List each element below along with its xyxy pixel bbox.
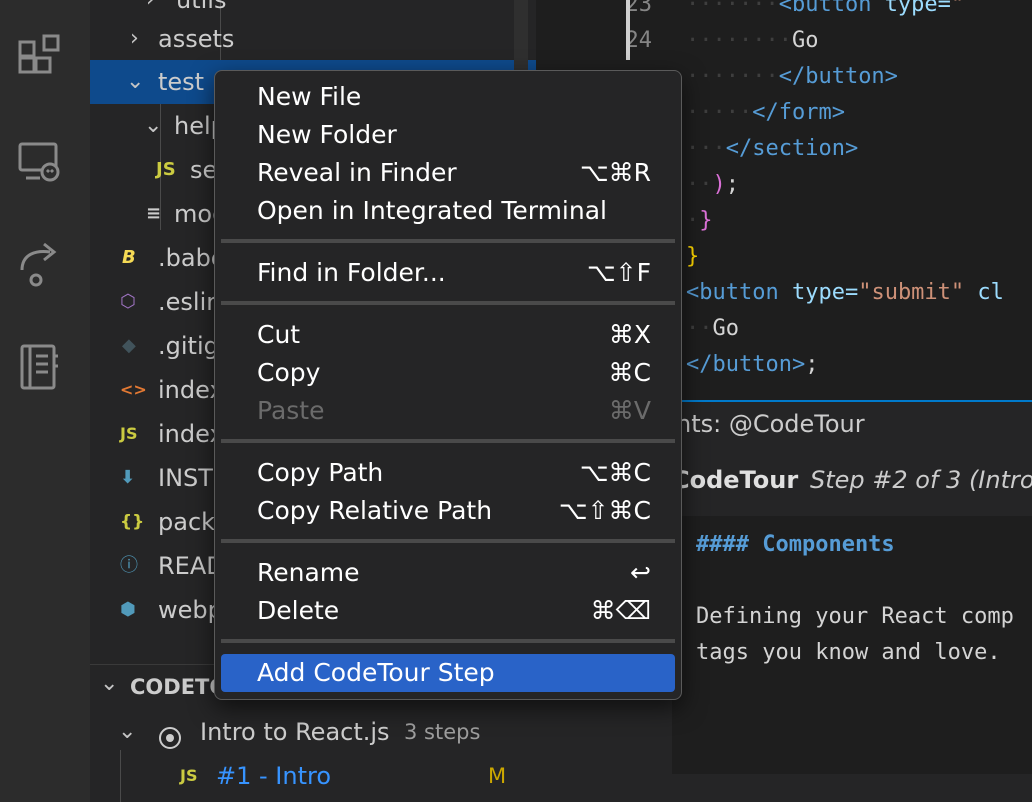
menu-item-delete[interactable]: Delete ⌘⌫	[221, 592, 675, 630]
menu-item-open-in-terminal[interactable]: Open in Integrated Terminal	[221, 192, 675, 230]
return-key-icon: ↩	[630, 558, 651, 587]
chevron-down-icon: ⌄	[126, 69, 145, 94]
menu-item-add-codetour-step[interactable]: Add CodeTour Step	[221, 654, 675, 692]
code-line: </button>;	[686, 352, 819, 377]
markdown-text: tags you know and love.	[696, 640, 1001, 665]
code-line: ········Go	[686, 28, 819, 53]
code-line: ··Go	[686, 316, 739, 341]
menu-item-new-file[interactable]: New File	[221, 78, 675, 116]
download-icon: ⬇	[120, 467, 136, 488]
chevron-right-icon: ›	[130, 26, 139, 51]
notebook-icon[interactable]	[16, 342, 66, 392]
editor-scroll-divider	[626, 0, 630, 60]
code-line: ·····</form>	[686, 100, 845, 125]
js-file-icon: JS	[156, 159, 176, 180]
menu-item-find-in-folder[interactable]: Find in Folder... ⌥⇧F	[221, 254, 675, 292]
code-line: ·······</button>	[686, 64, 898, 89]
remote-explorer-icon[interactable]	[16, 140, 66, 190]
menu-separator	[221, 439, 675, 443]
modified-badge: M	[488, 764, 507, 788]
eslint-icon: ⬡	[120, 291, 136, 312]
codetour-step-item[interactable]: JS #1 - Intro M	[90, 754, 536, 798]
shortcut-label: ⌘V	[608, 396, 651, 425]
code-line: ·······<button type="	[686, 0, 965, 17]
shortcut-label: ⌘C	[608, 358, 651, 387]
babel-icon: B	[122, 247, 136, 268]
context-menu: New File New Folder Reveal in Finder ⌥⌘R…	[214, 70, 682, 700]
menu-item-copy[interactable]: Copy ⌘C	[221, 354, 675, 392]
activity-bar	[0, 0, 90, 802]
menu-separator	[221, 239, 675, 243]
text-file-icon: ≡	[146, 203, 162, 224]
shortcut-label: ⌘⌫	[590, 596, 651, 625]
js-file-icon: JS	[120, 424, 138, 443]
shortcut-label: ⌥⌘R	[579, 158, 651, 187]
code-line: ·}	[686, 208, 713, 233]
shortcut-label: ⌥⇧⌘C	[558, 496, 651, 525]
chevron-down-icon: ⌄	[118, 719, 137, 744]
comment-thread-header: CodeTour Step #2 of 3 (Intro	[672, 448, 1032, 516]
code-line: <button type="submit" cl	[686, 280, 1004, 305]
info-icon: ⓘ	[120, 555, 138, 576]
comment-step-info: Step #2 of 3 (Intro	[810, 466, 1032, 494]
chevron-down-icon: ⌄	[144, 113, 163, 138]
markdown-heading: #### Components	[696, 532, 895, 557]
webpack-icon: ⬢	[120, 599, 136, 620]
comment-author: CodeTour	[672, 466, 799, 494]
menu-separator	[221, 539, 675, 543]
menu-item-rename[interactable]: Rename ↩	[221, 554, 675, 592]
menu-item-copy-path[interactable]: Copy Path ⌥⌘C	[221, 454, 675, 492]
extensions-icon[interactable]	[16, 34, 66, 84]
menu-item-copy-relative-path[interactable]: Copy Relative Path ⌥⇧⌘C	[221, 492, 675, 530]
markdown-text: Defining your React comp	[696, 604, 1014, 629]
line-number: 23	[625, 0, 653, 17]
menu-separator	[221, 301, 675, 305]
git-icon: ◆	[122, 335, 136, 356]
menu-item-paste: Paste ⌘V	[221, 392, 675, 430]
code-line: ··);	[686, 172, 739, 197]
shortcut-label: ⌘X	[608, 320, 651, 349]
line-number: 24	[625, 28, 653, 53]
chevron-down-icon: ⌄	[100, 671, 119, 696]
tour-record-icon	[158, 720, 182, 749]
shortcut-label: ⌥⇧F	[586, 258, 651, 287]
codetour-tour-item[interactable]: ⌄ Intro to React.js 3 steps	[90, 710, 536, 754]
code-line: ···</section>	[686, 136, 859, 161]
live-share-icon[interactable]	[16, 240, 66, 290]
menu-item-cut[interactable]: Cut ⌘X	[221, 316, 675, 354]
comment-thread: CodeTour Step #2 of 3 (Intro #### Compon…	[672, 448, 1032, 774]
html-file-icon: <>	[120, 380, 147, 399]
menu-item-reveal-in-finder[interactable]: Reveal in Finder ⌥⌘R	[221, 154, 675, 192]
json-file-icon: {}	[120, 512, 145, 532]
menu-item-new-folder[interactable]: New Folder	[221, 116, 675, 154]
code-line: }	[686, 244, 700, 269]
menu-separator	[221, 639, 675, 643]
js-file-icon: JS	[180, 766, 198, 785]
shortcut-label: ⌥⌘C	[579, 458, 651, 487]
tree-item-assets[interactable]: › assets	[90, 17, 536, 61]
